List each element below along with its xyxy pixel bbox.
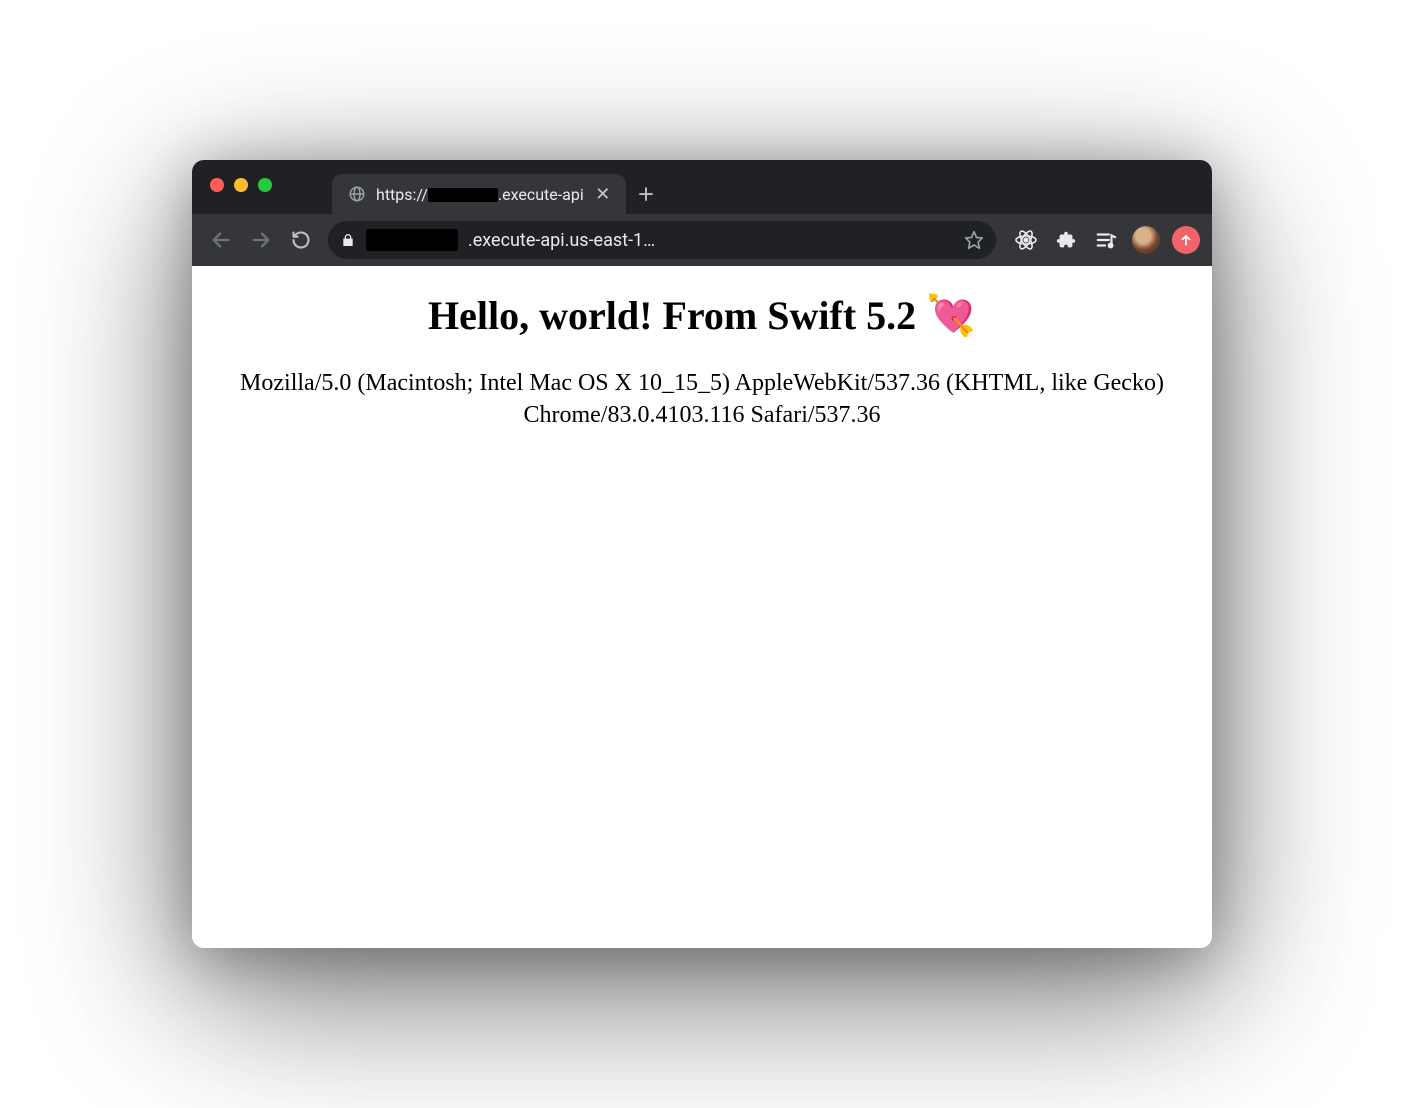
globe-icon bbox=[348, 185, 366, 203]
toolbar: .execute-api.us-east-1… bbox=[192, 214, 1212, 266]
bookmark-star-icon[interactable] bbox=[964, 230, 984, 250]
media-playlist-icon[interactable] bbox=[1092, 226, 1120, 254]
react-devtools-icon[interactable] bbox=[1012, 226, 1040, 254]
window-maximize-button[interactable] bbox=[258, 178, 272, 192]
window-minimize-button[interactable] bbox=[234, 178, 248, 192]
window-controls bbox=[210, 178, 272, 192]
new-tab-button[interactable] bbox=[626, 174, 666, 214]
window-close-button[interactable] bbox=[210, 178, 224, 192]
nav-forward-button[interactable] bbox=[244, 223, 278, 257]
profile-avatar[interactable] bbox=[1132, 226, 1160, 254]
update-badge-icon[interactable] bbox=[1172, 226, 1200, 254]
browser-window: https://.execute-api ✕ bbox=[192, 160, 1212, 948]
nav-back-button[interactable] bbox=[204, 223, 238, 257]
reload-button[interactable] bbox=[284, 223, 318, 257]
lock-icon bbox=[340, 232, 356, 248]
user-agent-text: Mozilla/5.0 (Macintosh; Intel Mac OS X 1… bbox=[212, 367, 1192, 432]
close-tab-icon[interactable]: ✕ bbox=[594, 184, 612, 205]
titlebar: https://.execute-api ✕ bbox=[192, 160, 1212, 214]
address-bar[interactable]: .execute-api.us-east-1… bbox=[328, 221, 996, 259]
url-text: .execute-api.us-east-1… bbox=[468, 230, 954, 251]
browser-tab-active[interactable]: https://.execute-api ✕ bbox=[332, 174, 626, 214]
page-viewport[interactable]: Hello, world! From Swift 5.2 💘 Mozilla/5… bbox=[192, 266, 1212, 948]
extension-icons bbox=[1012, 226, 1200, 254]
url-redacted-segment bbox=[366, 229, 458, 251]
tab-title: https://.execute-api bbox=[376, 185, 584, 204]
extensions-puzzle-icon[interactable] bbox=[1052, 226, 1080, 254]
page-heading: Hello, world! From Swift 5.2 💘 bbox=[210, 292, 1194, 339]
